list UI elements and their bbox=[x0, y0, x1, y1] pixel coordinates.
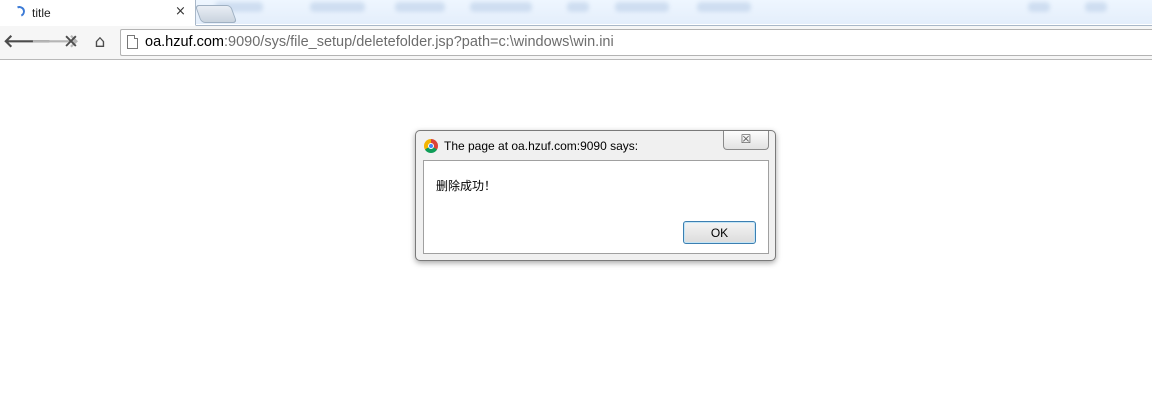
page-document-icon bbox=[127, 35, 138, 49]
blurred-text bbox=[697, 2, 751, 12]
blurred-text bbox=[310, 2, 365, 12]
url-host: oa.hzuf.com bbox=[145, 34, 224, 50]
url-text[interactable]: oa.hzuf.com:9090/sys/file_setup/deletefo… bbox=[145, 34, 614, 50]
loading-spinner-icon bbox=[12, 4, 27, 19]
close-icon: ☒ bbox=[740, 132, 752, 146]
blurred-text bbox=[470, 2, 532, 12]
ok-button[interactable]: OK bbox=[683, 221, 756, 244]
tab-close-icon[interactable]: × bbox=[175, 4, 186, 19]
blurred-text bbox=[395, 2, 445, 12]
chrome-logo-icon bbox=[424, 139, 438, 153]
dialog-title: The page at oa.hzuf.com:9090 says: bbox=[444, 139, 639, 153]
tab-title: title bbox=[32, 6, 51, 20]
stop-loading-icon[interactable]: ✕ bbox=[60, 32, 82, 52]
dialog-body: 删除成功！ OK bbox=[423, 160, 769, 254]
blurred-text bbox=[567, 2, 589, 12]
new-tab-button[interactable] bbox=[194, 5, 238, 23]
url-path: :9090/sys/file_setup/deletefolder.jsp?pa… bbox=[224, 34, 614, 50]
back-arrow-icon[interactable]: 🡐 bbox=[3, 32, 51, 52]
forward-arrow-icon[interactable]: 🡒 bbox=[31, 32, 79, 52]
blurred-text bbox=[1085, 2, 1107, 12]
active-tab[interactable]: title × bbox=[0, 0, 196, 26]
blurred-text bbox=[1028, 2, 1050, 12]
blurred-background-tabs bbox=[195, 0, 1152, 24]
address-bar[interactable]: oa.hzuf.com:9090/sys/file_setup/deletefo… bbox=[120, 29, 1152, 56]
alert-dialog: The page at oa.hzuf.com:9090 says: ☒ 删除成… bbox=[415, 130, 776, 261]
home-icon[interactable]: ⌂ bbox=[89, 32, 111, 52]
dialog-close-button[interactable]: ☒ bbox=[723, 131, 769, 150]
dialog-message: 删除成功！ bbox=[436, 179, 497, 193]
blurred-text bbox=[615, 2, 669, 12]
browser-toolbar: 🡐 🡒 ✕ ⌂ oa.hzuf.com:9090/sys/file_setup/… bbox=[0, 26, 1152, 60]
tab-strip: title × bbox=[0, 0, 1152, 26]
